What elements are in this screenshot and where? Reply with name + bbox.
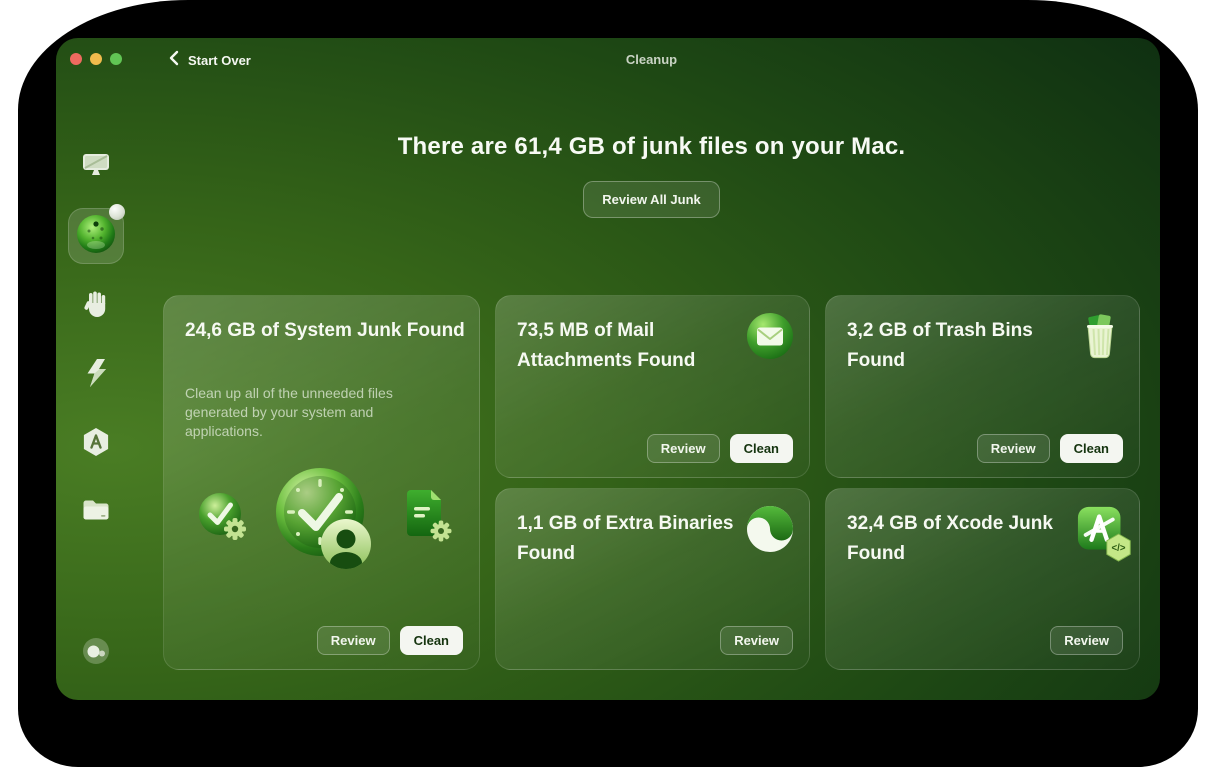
minimize-window-button[interactable]: [90, 53, 102, 65]
card-xcode-junk: 32,4 GB of Xcode Junk Found </> Review: [825, 488, 1140, 670]
card-mail-attachments: 73,5 MB of Mail Attachments Found Review…: [495, 295, 810, 478]
cleanup-ball-icon: [76, 214, 116, 259]
card-title: 24,6 GB of System Junk Found: [185, 320, 465, 341]
card-title: 1,1 GB of Extra Binaries Found: [517, 513, 734, 564]
lightning-bolt-icon: [81, 358, 111, 393]
assistant-orb-icon: [82, 637, 110, 670]
card-description: Clean up all of the unneeded files gener…: [185, 385, 393, 439]
card-trash-bins: 3,2 GB of Trash Bins Found Review Clean: [825, 295, 1140, 478]
clean-button[interactable]: Clean: [729, 434, 793, 463]
clock-gear-icon: [194, 488, 250, 549]
screenshot-stage: Start Over Cleanup There are 61,4 GB of …: [0, 0, 1216, 771]
hand-stop-icon: [81, 289, 111, 324]
review-button[interactable]: Review: [1050, 626, 1123, 655]
titlebar: Start Over Cleanup: [56, 38, 1160, 82]
close-window-button[interactable]: [70, 53, 82, 65]
clean-button[interactable]: Clean: [1059, 434, 1123, 463]
xcode-app-icon: </>: [1076, 505, 1131, 562]
card-title: 3,2 GB of Trash Bins Found: [847, 320, 1033, 371]
clean-button[interactable]: Clean: [399, 626, 463, 655]
sidebar-item-speed[interactable]: [81, 358, 111, 393]
mac-display-icon: [81, 149, 111, 184]
folder-icon: [81, 495, 111, 530]
review-button[interactable]: Review: [720, 626, 793, 655]
binaries-yin-yang-icon: [746, 505, 794, 555]
cleanup-notification-badge: [109, 204, 125, 220]
mail-badge-icon: [746, 312, 794, 362]
sidebar-item-cleanup-active[interactable]: [68, 204, 125, 264]
code-badge-glyph: </>: [1112, 543, 1126, 554]
applications-seal-icon: [81, 427, 111, 462]
sidebar-item-applications[interactable]: [81, 427, 111, 462]
junk-summary-headline: There are 61,4 GB of junk files on your …: [397, 133, 906, 160]
trash-bin-icon: [1076, 312, 1124, 362]
review-button[interactable]: Review: [646, 434, 720, 463]
review-button[interactable]: Review: [316, 626, 390, 655]
sidebar-item-protection[interactable]: [81, 291, 111, 321]
clock-user-icon: [274, 466, 374, 575]
card-extra-binaries: 1,1 GB of Extra Binaries Found Review: [495, 488, 810, 670]
sidebar-item-mac[interactable]: [81, 151, 111, 181]
review-button[interactable]: Review: [976, 434, 1050, 463]
document-gear-icon: [397, 486, 457, 551]
window-title: Cleanup: [625, 52, 678, 67]
review-all-row: Review All Junk: [163, 181, 1140, 218]
review-all-junk-button[interactable]: Review All Junk: [583, 181, 720, 218]
zoom-window-button[interactable]: [110, 53, 122, 65]
card-title: 32,4 GB of Xcode Junk Found: [847, 513, 1053, 564]
card-system-junk: 24,6 GB of System Junk Found Clean up al…: [163, 295, 480, 670]
cleanmymac-window: Start Over Cleanup There are 61,4 GB of …: [56, 38, 1160, 700]
card-title: 73,5 MB of Mail Attachments Found: [517, 320, 696, 371]
sidebar-item-files[interactable]: [81, 497, 111, 527]
sidebar-item-assistant[interactable]: [81, 637, 111, 670]
